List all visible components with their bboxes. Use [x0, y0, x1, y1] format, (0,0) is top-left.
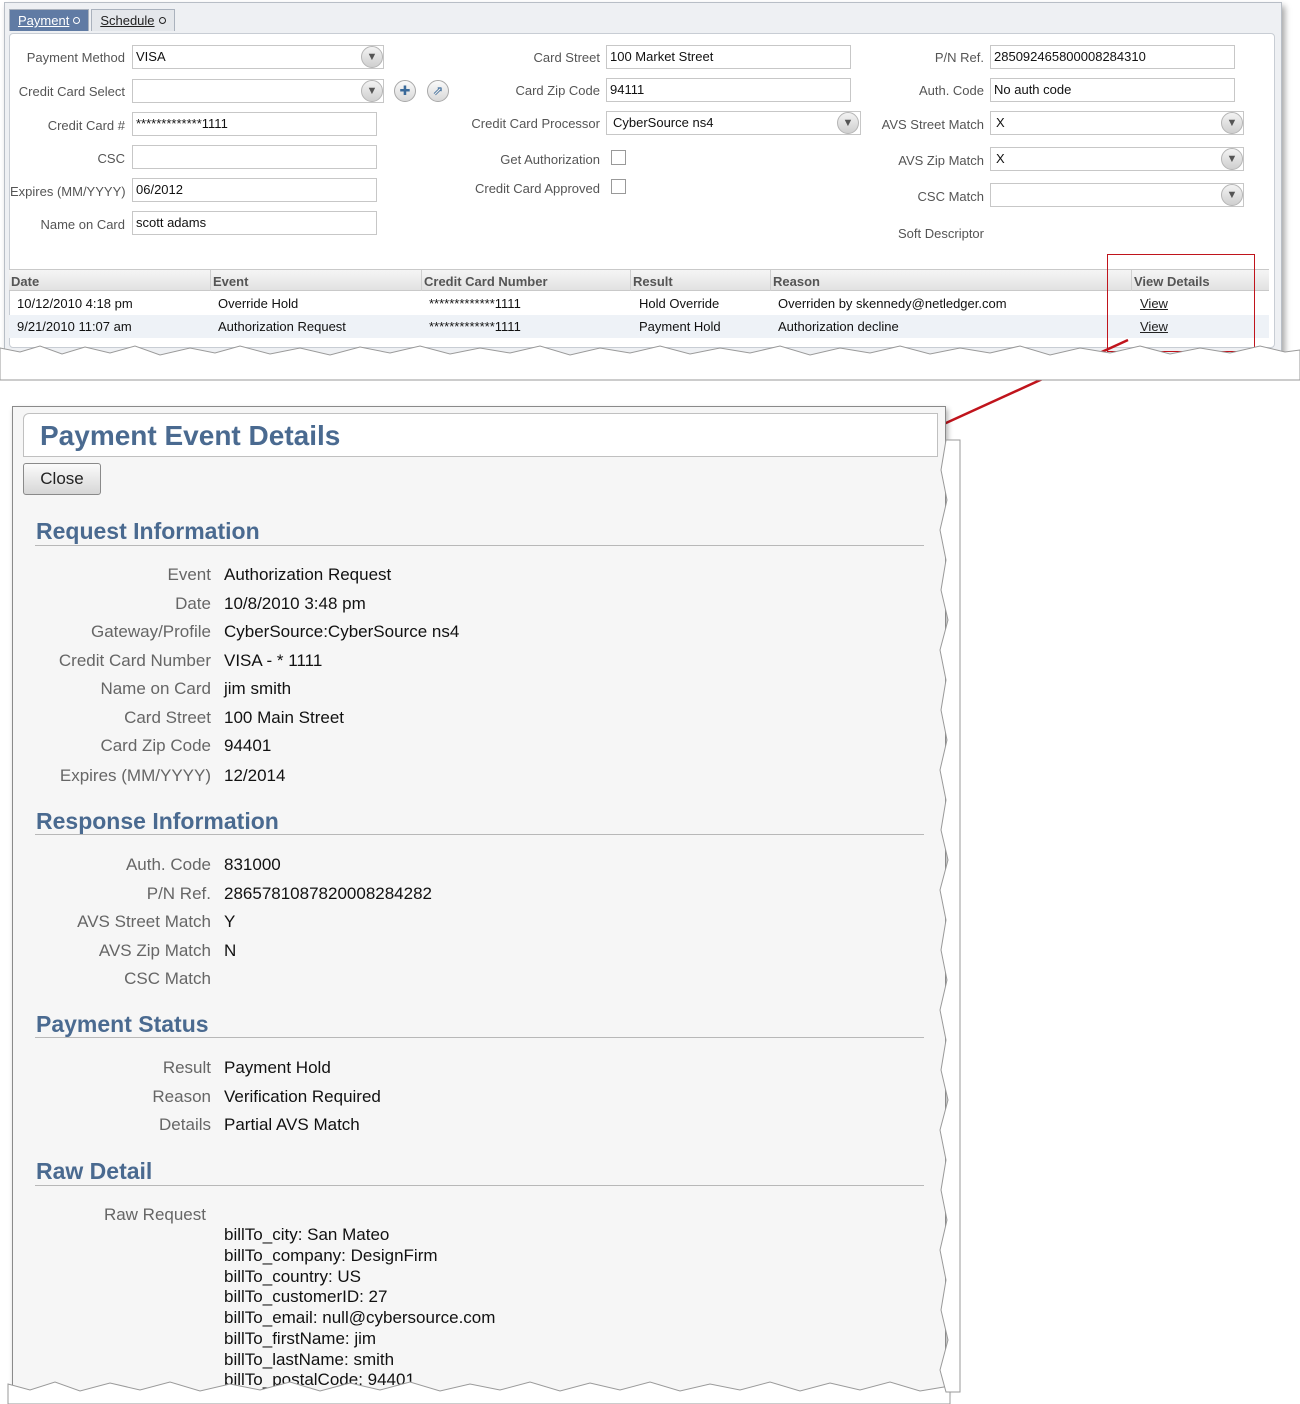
detail-label: Credit Card Number [58, 651, 211, 670]
detail-label: AVS Zip Match [98, 941, 211, 960]
detail-label: AVS Street Match [77, 912, 211, 931]
popup-title: Payment Event Details [40, 420, 341, 451]
raw-line: billTo_company: DesignFirm [224, 1246, 438, 1265]
section-divider [35, 834, 924, 835]
raw-line: billTo_firstName: jim [224, 1329, 377, 1348]
detail-label: Card Street [124, 708, 211, 727]
detail-value: 94401 [224, 736, 272, 755]
close-button[interactable]: Close [23, 463, 101, 495]
callout-arrow-line [934, 338, 1129, 430]
detail-value: Payment Hold [224, 1058, 331, 1077]
detail-label: Result [162, 1058, 211, 1077]
detail-label: Event [167, 565, 211, 584]
detail-value: Verification Required [224, 1087, 381, 1106]
detail-label: Auth. Code [125, 855, 211, 874]
raw-line: billTo_city: San Mateo [224, 1225, 390, 1244]
raw-line: billTo_email: null@cybersource.com [224, 1308, 496, 1327]
payment-status-title: Payment Status [36, 1011, 209, 1037]
popup-title-bar: Payment Event Details [23, 413, 938, 457]
detail-label: Expires (MM/YYYY) [59, 766, 211, 785]
detail-label: CSC Match [124, 969, 211, 988]
detail-value: jim smith [224, 679, 292, 698]
detail-value: Authorization Request [224, 565, 392, 584]
detail-label: Date [175, 594, 211, 613]
detail-value: N [224, 941, 237, 960]
section-divider [35, 1185, 924, 1186]
section-divider [35, 1037, 924, 1038]
raw-line: billTo_country: US [224, 1267, 362, 1286]
detail-label: Details [159, 1115, 211, 1134]
request-info-title: Request Information [36, 518, 260, 544]
raw-request-label: Raw Request [103, 1205, 206, 1224]
detail-label: P/N Ref. [146, 884, 211, 903]
detail-label: Reason [152, 1087, 211, 1106]
detail-value: 12/2014 [224, 766, 286, 785]
raw-line: billTo_lastName: smith [224, 1350, 395, 1369]
detail-value: 2865781087820008284282 [224, 884, 433, 903]
detail-value: Y [224, 912, 236, 931]
section-divider [35, 545, 924, 546]
response-info-title: Response Information [36, 808, 279, 834]
detail-value: CyberSource:CyberSource ns4 [224, 622, 460, 641]
detail-value: VISA - * 1111 [224, 651, 323, 670]
raw-line: billTo_postalCode: 94401 [224, 1370, 415, 1389]
payment-event-details-popup: Payment Event Details Close Request Info… [12, 406, 946, 1392]
detail-value: 10/8/2010 3:48 pm [224, 594, 366, 613]
detail-value: 100 Main Street [224, 708, 345, 727]
detail-label: Card Zip Code [100, 736, 211, 755]
detail-value: Partial AVS Match [224, 1115, 360, 1134]
detail-label: Gateway/Profile [91, 622, 211, 641]
raw-line: billTo_customerID: 27 [224, 1287, 388, 1306]
raw-detail-title: Raw Detail [36, 1158, 153, 1184]
detail-label: Name on Card [100, 679, 211, 698]
detail-value: 831000 [224, 855, 281, 874]
